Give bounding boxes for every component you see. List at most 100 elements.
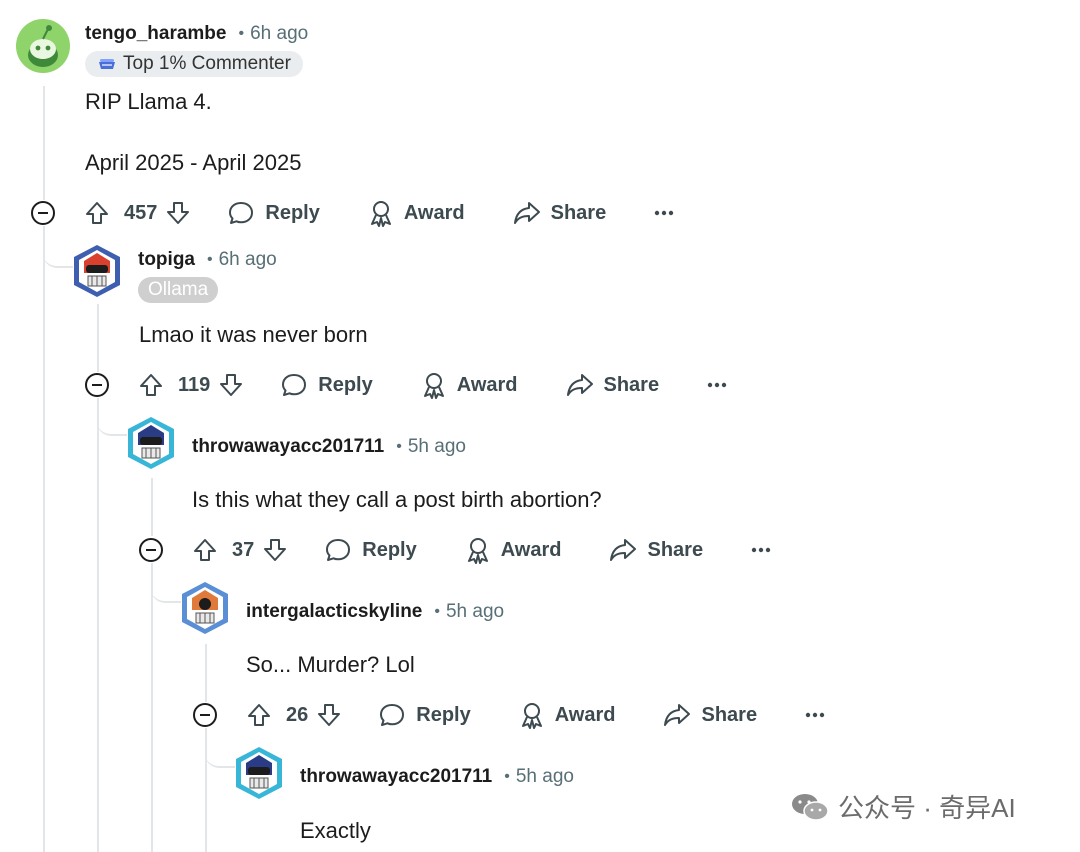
- avatar[interactable]: [70, 243, 124, 297]
- user-flair: Ollama: [138, 277, 219, 303]
- reply-icon: [229, 202, 254, 224]
- more-icon: [751, 547, 771, 553]
- share-button[interactable]: Share: [609, 537, 703, 563]
- more-icon: [805, 712, 825, 718]
- share-icon: [610, 539, 637, 561]
- thread-line-level-2-cont: [151, 563, 153, 852]
- award-icon: [370, 201, 391, 227]
- comment-meta: tengo_harambe • 6h ago: [85, 19, 308, 49]
- award-button[interactable]: Award: [519, 701, 616, 729]
- username-link[interactable]: tengo_harambe: [85, 23, 226, 45]
- award-label: Award: [403, 201, 465, 224]
- separator-dot: •: [238, 25, 245, 42]
- vote-count: 457: [124, 201, 158, 224]
- downvote-button[interactable]: [218, 372, 244, 398]
- downvote-button[interactable]: [316, 702, 342, 728]
- reply-button[interactable]: Reply: [324, 536, 417, 564]
- flair-label: Ollama: [148, 279, 209, 300]
- flair-label: Top 1% Commenter: [123, 53, 291, 74]
- comment-actions: 457 Reply Award Share: [84, 195, 674, 231]
- comment-meta: throwawayacc201711 • 5h ago: [300, 762, 574, 792]
- avatar[interactable]: [178, 580, 232, 634]
- award-label: Award: [500, 538, 562, 561]
- avatar[interactable]: [124, 415, 178, 469]
- username-link[interactable]: throwawayacc201711: [300, 766, 492, 788]
- thread-line-level-0-cont: [43, 226, 45, 852]
- upvote-icon: [140, 374, 162, 396]
- share-button[interactable]: Share: [663, 702, 757, 728]
- upvote-button[interactable]: [84, 200, 110, 226]
- upvote-icon: [86, 202, 108, 224]
- timestamp[interactable]: 6h ago: [219, 249, 277, 271]
- share-button[interactable]: Share: [513, 200, 607, 226]
- thread-branch-topiga: [43, 226, 73, 268]
- more-icon: [707, 382, 727, 388]
- upvote-button[interactable]: [192, 537, 218, 563]
- thread-line-level-3: [205, 644, 207, 702]
- award-button[interactable]: Award: [421, 371, 518, 399]
- reply-label: Reply: [318, 373, 373, 396]
- reply-icon: [380, 704, 405, 726]
- award-icon: [423, 373, 444, 399]
- award-button[interactable]: Award: [465, 536, 562, 564]
- share-label: Share: [550, 201, 607, 224]
- downvote-button[interactable]: [165, 200, 191, 226]
- separator-dot: •: [504, 768, 510, 785]
- award-icon: [467, 538, 488, 564]
- avatar[interactable]: [232, 745, 286, 799]
- trophy-icon: [97, 56, 117, 72]
- comment-meta: topiga • 6h ago: [138, 245, 277, 275]
- comment-body-line: So... Murder? Lol: [246, 652, 415, 677]
- reply-icon: [282, 374, 307, 396]
- timestamp[interactable]: 5h ago: [446, 601, 504, 623]
- username-link[interactable]: topiga: [138, 249, 195, 271]
- share-label: Share: [647, 538, 704, 561]
- award-label: Award: [554, 703, 616, 726]
- reply-button[interactable]: Reply: [378, 701, 471, 729]
- reply-label: Reply: [362, 538, 417, 561]
- watermark-text: 公众号 · 奇异AI: [838, 793, 1016, 823]
- collapse-thread-button[interactable]: [139, 538, 163, 562]
- more-options-button[interactable]: [751, 547, 771, 553]
- comment-actions: 37 Reply Award Share: [192, 532, 771, 568]
- username-link[interactable]: throwawayacc201711: [192, 436, 384, 458]
- comment-meta: throwawayacc201711 • 5h ago: [192, 432, 466, 462]
- wechat-icon: [790, 791, 830, 823]
- more-options-button[interactable]: [654, 210, 674, 216]
- comment-body-line: April 2025 - April 2025: [85, 150, 302, 175]
- username-link[interactable]: intergalacticskyline: [246, 601, 422, 623]
- upvote-button[interactable]: [138, 372, 164, 398]
- separator-dot: •: [207, 251, 213, 268]
- comment-meta: intergalacticskyline • 5h ago: [246, 597, 504, 627]
- comment-body-line: Exactly: [300, 818, 371, 843]
- share-icon: [566, 374, 593, 396]
- collapse-thread-button[interactable]: [85, 373, 109, 397]
- share-button[interactable]: Share: [566, 372, 660, 398]
- share-icon: [664, 704, 691, 726]
- timestamp[interactable]: 6h ago: [250, 23, 308, 45]
- timestamp[interactable]: 5h ago: [408, 436, 466, 458]
- collapse-thread-button[interactable]: [193, 703, 217, 727]
- reply-button[interactable]: Reply: [280, 371, 373, 399]
- more-options-button[interactable]: [707, 382, 727, 388]
- avatar[interactable]: [16, 19, 70, 73]
- downvote-button[interactable]: [262, 537, 288, 563]
- comment-body-line: RIP Llama 4.: [85, 89, 212, 114]
- downvote-icon: [318, 704, 341, 726]
- thread-branch-throwaway-2: [205, 728, 235, 768]
- watermark: 公众号 · 奇异AI: [790, 788, 1016, 825]
- reply-button[interactable]: Reply: [227, 199, 320, 227]
- collapse-thread-button[interactable]: [31, 201, 55, 225]
- more-options-button[interactable]: [805, 712, 825, 718]
- upvote-icon: [194, 539, 216, 561]
- reply-label: Reply: [416, 703, 471, 726]
- more-icon: [655, 210, 674, 216]
- share-label: Share: [603, 373, 660, 396]
- timestamp[interactable]: 5h ago: [516, 766, 574, 788]
- thread-branch-intergalactic: [151, 563, 181, 603]
- award-button[interactable]: Award: [368, 199, 465, 227]
- upvote-button[interactable]: [246, 702, 272, 728]
- separator-dot: •: [396, 438, 402, 455]
- reply-label: Reply: [265, 201, 320, 224]
- thread-branch-throwaway-1: [97, 398, 127, 436]
